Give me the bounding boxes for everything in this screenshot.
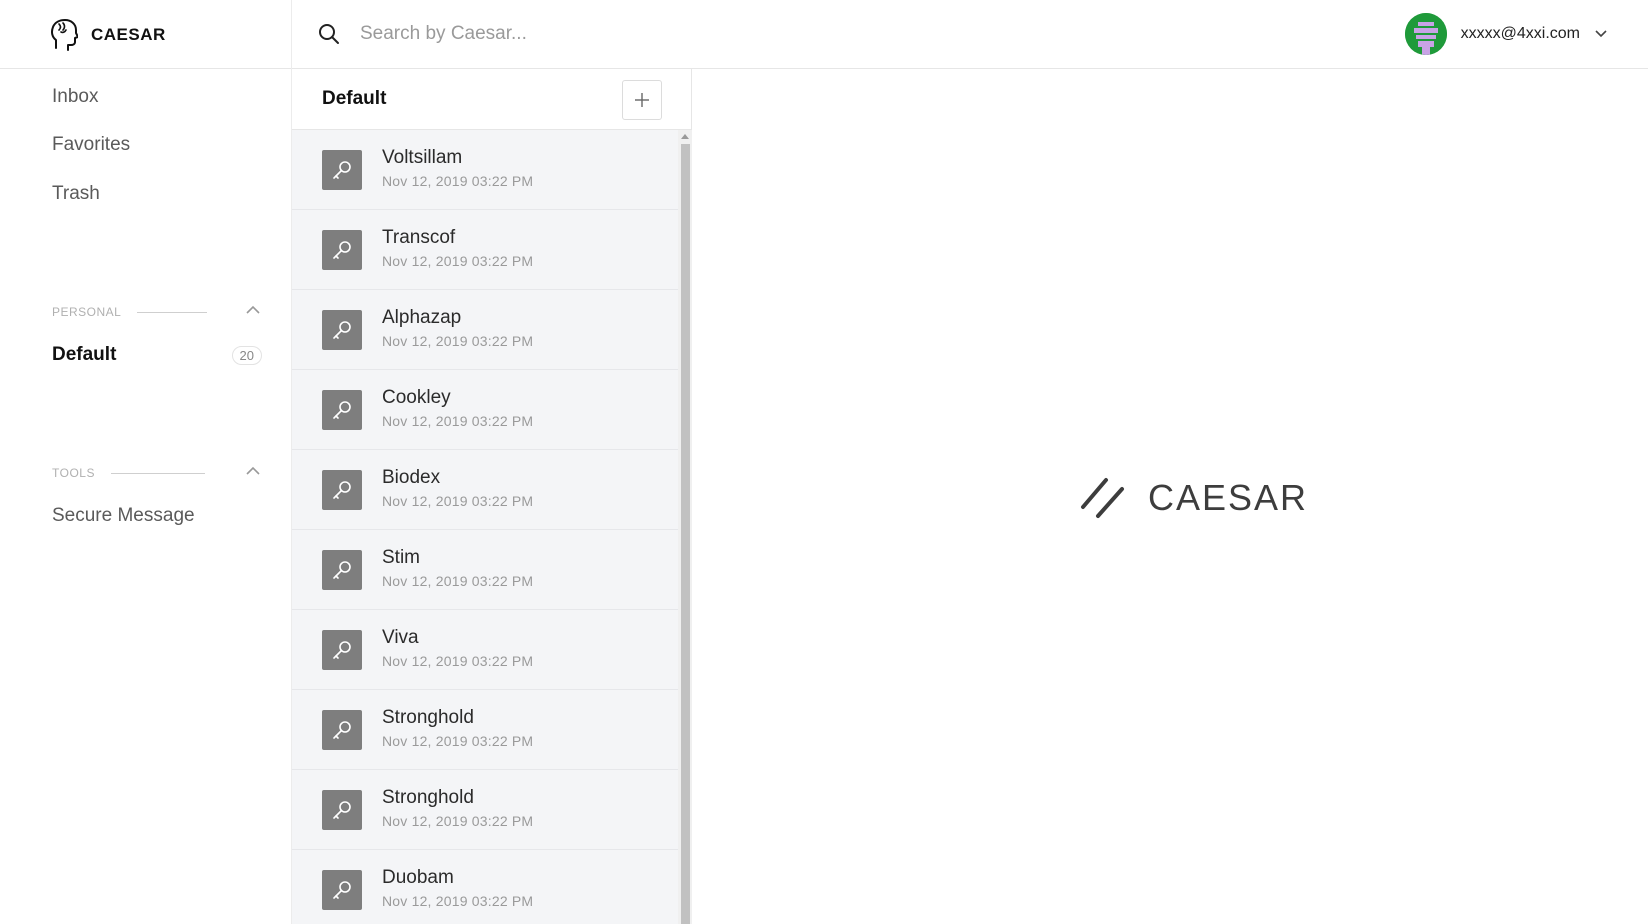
item-name: Voltsillam [382,147,463,168]
caesar-logo: CAESAR [1080,477,1308,519]
list-item[interactable]: Stronghold Nov 12, 2019 03:22 PM [292,770,678,850]
list-item[interactable]: Stronghold Nov 12, 2019 03:22 PM [292,690,678,770]
section-divider [137,311,208,313]
search-bar [318,18,780,50]
sidebar-item-secure-message[interactable]: Secure Message [52,505,195,527]
scroll-up-arrow-icon[interactable] [681,134,689,139]
sidebar: Inbox Favorites Trash PERSONAL Default 2… [0,69,292,924]
item-name: Alphazap [382,307,462,328]
item-date: Nov 12, 2019 03:22 PM [382,573,534,589]
scrollbar-thumb[interactable] [681,144,690,924]
item-date: Nov 12, 2019 03:22 PM [382,333,534,349]
list-item[interactable]: Cookley Nov 12, 2019 03:22 PM [292,370,678,450]
item-name: Duobam [382,867,454,888]
list-item[interactable]: Transcof Nov 12, 2019 03:22 PM [292,210,678,290]
item-list-panel: Default Voltsillam Nov 12, 2019 03:22 PM T… [292,69,692,924]
personal-section-label: PERSONAL [52,305,122,319]
sidebar-item-favorites[interactable]: Favorites [52,134,130,156]
search-icon[interactable] [318,23,340,45]
top-bar: CAESAR xxxxx@4xxi.com [0,0,1648,69]
item-name: Transcof [382,227,456,248]
brand[interactable]: CAESAR [0,0,292,69]
key-icon [322,470,362,510]
item-date: Nov 12, 2019 03:22 PM [382,493,534,509]
item-date: Nov 12, 2019 03:22 PM [382,653,534,669]
double-slash-logo-icon [1081,478,1124,518]
list-item[interactable]: Biodex Nov 12, 2019 03:22 PM [292,450,678,530]
item-date: Nov 12, 2019 03:22 PM [382,253,534,269]
search-input[interactable] [360,23,780,45]
folder-default[interactable]: Default 20 [52,344,262,366]
account-menu[interactable]: xxxxx@4xxi.com [1404,13,1608,55]
list-item[interactable]: Viva Nov 12, 2019 03:22 PM [292,610,678,690]
key-icon [322,550,362,590]
folder-count-badge: 20 [231,345,262,365]
list-item[interactable]: Voltsillam Nov 12, 2019 03:22 PM [292,130,678,210]
sidebar-item-trash[interactable]: Trash [52,183,100,205]
key-icon [322,150,362,190]
key-icon [322,630,362,670]
item-date: Nov 12, 2019 03:22 PM [382,733,534,749]
list-item[interactable]: Duobam Nov 12, 2019 03:22 PM [292,850,678,924]
chevron-up-icon[interactable] [244,462,262,480]
account-email: xxxxx@4xxi.com [1460,25,1580,42]
key-icon [322,710,362,750]
item-date: Nov 12, 2019 03:22 PM [382,173,534,189]
chevron-up-icon[interactable] [244,301,262,319]
item-list: Voltsillam Nov 12, 2019 03:22 PM Transcof N… [292,130,692,924]
item-date: Nov 12, 2019 03:22 PM [382,413,534,429]
plus-icon [635,93,649,107]
item-name: Stim [382,547,420,568]
brand-name: CAESAR [91,24,166,44]
list-header: Default [292,69,692,130]
key-icon [322,790,362,830]
key-icon [322,390,362,430]
sidebar-item-inbox[interactable]: Inbox [52,86,98,108]
item-name: Stronghold [382,787,474,808]
list-title: Default [322,88,387,109]
chevron-down-icon[interactable] [1594,27,1608,41]
item-date: Nov 12, 2019 03:22 PM [382,893,534,909]
item-name: Viva [382,627,419,648]
list-item[interactable]: Alphazap Nov 12, 2019 03:22 PM [292,290,678,370]
key-icon [322,870,362,910]
add-item-button[interactable] [622,80,662,120]
key-icon [322,230,362,270]
caesar-head-logo-icon [51,18,78,51]
main-content: CAESAR [692,69,1648,924]
logo-text: CAESAR [1148,477,1309,518]
tools-section-header: TOOLS [52,466,262,480]
item-name: Cookley [382,387,451,408]
avatar-pattern-icon [1404,13,1447,55]
item-name: Stronghold [382,707,474,728]
folder-name: Default [52,344,117,365]
avatar[interactable] [1404,13,1447,55]
key-icon [322,310,362,350]
section-divider [110,472,205,474]
list-scrollbar[interactable] [678,130,692,924]
personal-section-header: PERSONAL [52,305,262,319]
tools-section-label: TOOLS [52,466,95,480]
item-date: Nov 12, 2019 03:22 PM [382,813,534,829]
item-name: Biodex [382,467,441,488]
list-item[interactable]: Stim Nov 12, 2019 03:22 PM [292,530,678,610]
